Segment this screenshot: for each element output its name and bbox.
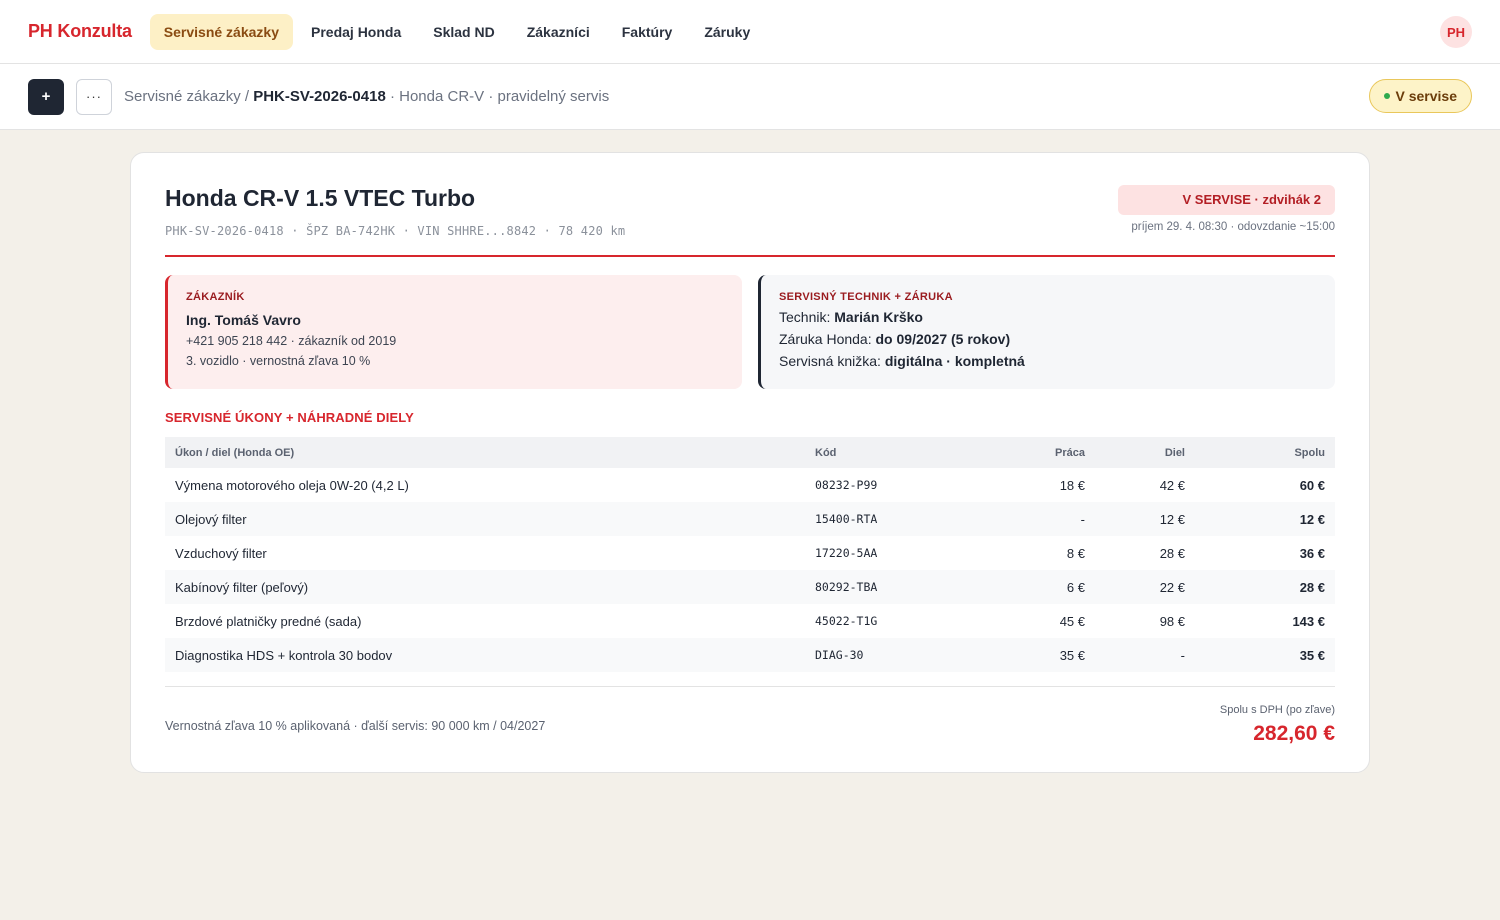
item-total: 12 € bbox=[1299, 511, 1325, 527]
table-header-row: Úkon / diel (Honda OE) Kód Práca Diel Sp… bbox=[165, 437, 1335, 468]
item-name: Diagnostika HDS + kontrola 30 bodov bbox=[175, 647, 393, 663]
warranty-value: do 09/2027 (5 rokov) bbox=[875, 331, 1011, 347]
breadcrumb-current: PHK-SV-2026-0418 bbox=[253, 88, 386, 105]
toolbar: + ··· Servisné zákazky / PHK-SV-2026-041… bbox=[0, 64, 1500, 130]
item-code: 15400-RTA bbox=[815, 512, 878, 526]
col-header-code: Kód bbox=[815, 446, 837, 459]
item-code: 17220-5AA bbox=[815, 546, 878, 560]
item-part: 22 € bbox=[1159, 579, 1185, 595]
warranty-key: Záruka Honda: bbox=[779, 331, 876, 347]
item-total: 36 € bbox=[1299, 545, 1325, 561]
item-name: Vzduchový filter bbox=[175, 545, 267, 561]
add-button[interactable]: + bbox=[28, 78, 64, 115]
col-header-name: Úkon / diel (Honda OE) bbox=[175, 446, 295, 459]
nav-item-servisne-zakazky[interactable]: Servisné zákazky bbox=[149, 13, 293, 50]
order-footer: Vernostná zľava 10 % aplikovaná · ďalší … bbox=[165, 686, 1335, 776]
breadcrumb-root[interactable]: Servisné zákazky / bbox=[124, 88, 253, 105]
service-order-card: Honda CR-V 1.5 VTEC Turbo PHK-SV-2026-04… bbox=[130, 152, 1370, 773]
nav-item-predaj-honda[interactable]: Predaj Honda bbox=[297, 14, 415, 50]
customer-name[interactable]: Ing. Tomáš Vavro bbox=[186, 312, 724, 328]
col-header-labor: Práca bbox=[1055, 446, 1085, 459]
customer-loyalty: 3. vozidlo · vernostná zľava 10 % bbox=[186, 354, 371, 368]
item-name: Kabínový filter (peľový) bbox=[175, 579, 309, 595]
item-part: 42 € bbox=[1159, 477, 1185, 493]
item-code: 80292-TBA bbox=[815, 580, 878, 594]
item-total: 60 € bbox=[1299, 477, 1325, 493]
item-code: 08232-P99 bbox=[815, 478, 878, 492]
item-code: DIAG-30 bbox=[815, 648, 864, 662]
technician-key: Technik: bbox=[779, 309, 835, 325]
customer-contact: +421 905 218 442 · zákazník od 2019 bbox=[186, 334, 397, 348]
status-badge[interactable]: V servise bbox=[1368, 79, 1472, 113]
nav-item-zakaznici[interactable]: Zákazníci bbox=[513, 14, 604, 50]
brand-logo[interactable]: PH Konzulta bbox=[28, 21, 132, 42]
state-timing: príjem 29. 4. 08:30 · odovzdanie ~15:00 bbox=[1131, 221, 1335, 233]
more-options-button[interactable]: ··· bbox=[76, 78, 112, 115]
col-header-part: Diel bbox=[1164, 446, 1185, 459]
technician-label: SERVISNÝ TECHNIK + ZÁRUKA bbox=[779, 291, 953, 303]
item-total: 28 € bbox=[1299, 579, 1325, 595]
service-book-key: Servisná knižka: bbox=[779, 353, 885, 369]
table-row[interactable]: Vzduchový filter 17220-5AA 8 € 28 € 36 € bbox=[165, 536, 1335, 570]
table-row[interactable]: Kabínový filter (peľový) 80292-TBA 6 € 2… bbox=[165, 570, 1335, 604]
service-book-value: digitálna · kompletná bbox=[884, 353, 1025, 369]
technician-line: Technik: Marián Krško bbox=[779, 309, 1317, 325]
service-items-table: Úkon / diel (Honda OE) Kód Práca Diel Sp… bbox=[165, 437, 1335, 672]
items-section-title: SERVISNÉ ÚKONY + NÁHRADNÉ DIELY bbox=[165, 410, 414, 425]
customer-box: ZÁKAZNÍK Ing. Tomáš Vavro +421 905 218 4… bbox=[165, 275, 742, 389]
grand-total: 282,60 € bbox=[1253, 722, 1335, 745]
item-labor: 35 € bbox=[1059, 647, 1085, 663]
item-code: 45022-T1G bbox=[815, 614, 878, 628]
item-labor: 6 € bbox=[1066, 579, 1085, 595]
item-part: - bbox=[1180, 647, 1185, 663]
item-total: 35 € bbox=[1299, 647, 1325, 663]
top-nav: PH Konzulta Servisné zákazky Predaj Hond… bbox=[0, 0, 1500, 64]
warranty-line: Záruka Honda: do 09/2027 (5 rokov) bbox=[779, 331, 1317, 347]
item-labor: - bbox=[1080, 511, 1085, 527]
item-part: 28 € bbox=[1159, 545, 1185, 561]
nav-item-zaruky[interactable]: Záruky bbox=[690, 14, 764, 50]
item-part: 98 € bbox=[1159, 613, 1185, 629]
breadcrumb-suffix: · Honda CR-V · pravidelný servis bbox=[385, 88, 610, 105]
status-badge-label: V servise bbox=[1395, 88, 1458, 104]
discount-note: Vernostná zľava 10 % aplikovaná · ďalší … bbox=[165, 719, 546, 733]
nav-item-faktury[interactable]: Faktúry bbox=[608, 14, 687, 50]
breadcrumb: Servisné zákazky / PHK-SV-2026-0418 · Ho… bbox=[124, 88, 609, 105]
item-labor: 8 € bbox=[1066, 545, 1085, 561]
info-boxes: ZÁKAZNÍK Ing. Tomáš Vavro +421 905 218 4… bbox=[165, 275, 1335, 389]
technician-box: SERVISNÝ TECHNIK + ZÁRUKA Technik: Mariá… bbox=[758, 275, 1335, 389]
item-total: 143 € bbox=[1292, 613, 1325, 629]
col-header-total: Spolu bbox=[1294, 446, 1325, 459]
customer-label: ZÁKAZNÍK bbox=[186, 291, 245, 303]
total-label: Spolu s DPH (po zľave) bbox=[1219, 704, 1335, 716]
item-labor: 45 € bbox=[1059, 613, 1085, 629]
service-book-line: Servisná knižka: digitálna · kompletná bbox=[779, 353, 1317, 369]
table-row[interactable]: Olejový filter 15400-RTA - 12 € 12 € bbox=[165, 502, 1335, 536]
state-badge: V SERVISE · zdvihák 2 bbox=[1117, 185, 1335, 215]
order-header: Honda CR-V 1.5 VTEC Turbo PHK-SV-2026-04… bbox=[165, 185, 1335, 257]
item-name: Brzdové platničky predné (sada) bbox=[175, 613, 362, 629]
item-name: Olejový filter bbox=[175, 511, 247, 527]
table-row[interactable]: Diagnostika HDS + kontrola 30 bodov DIAG… bbox=[165, 638, 1335, 672]
nav-item-sklad-nd[interactable]: Sklad ND bbox=[419, 14, 508, 50]
technician-name: Marián Krško bbox=[834, 309, 923, 325]
table-row[interactable]: Výmena motorového oleja 0W-20 (4,2 L) 08… bbox=[165, 468, 1335, 502]
item-name: Výmena motorového oleja 0W-20 (4,2 L) bbox=[175, 477, 409, 493]
user-avatar[interactable]: PH bbox=[1440, 16, 1472, 48]
item-labor: 18 € bbox=[1059, 477, 1085, 493]
status-dot-icon bbox=[1383, 93, 1390, 99]
item-part: 12 € bbox=[1159, 511, 1185, 527]
table-row[interactable]: Brzdové platničky predné (sada) 45022-T1… bbox=[165, 604, 1335, 638]
